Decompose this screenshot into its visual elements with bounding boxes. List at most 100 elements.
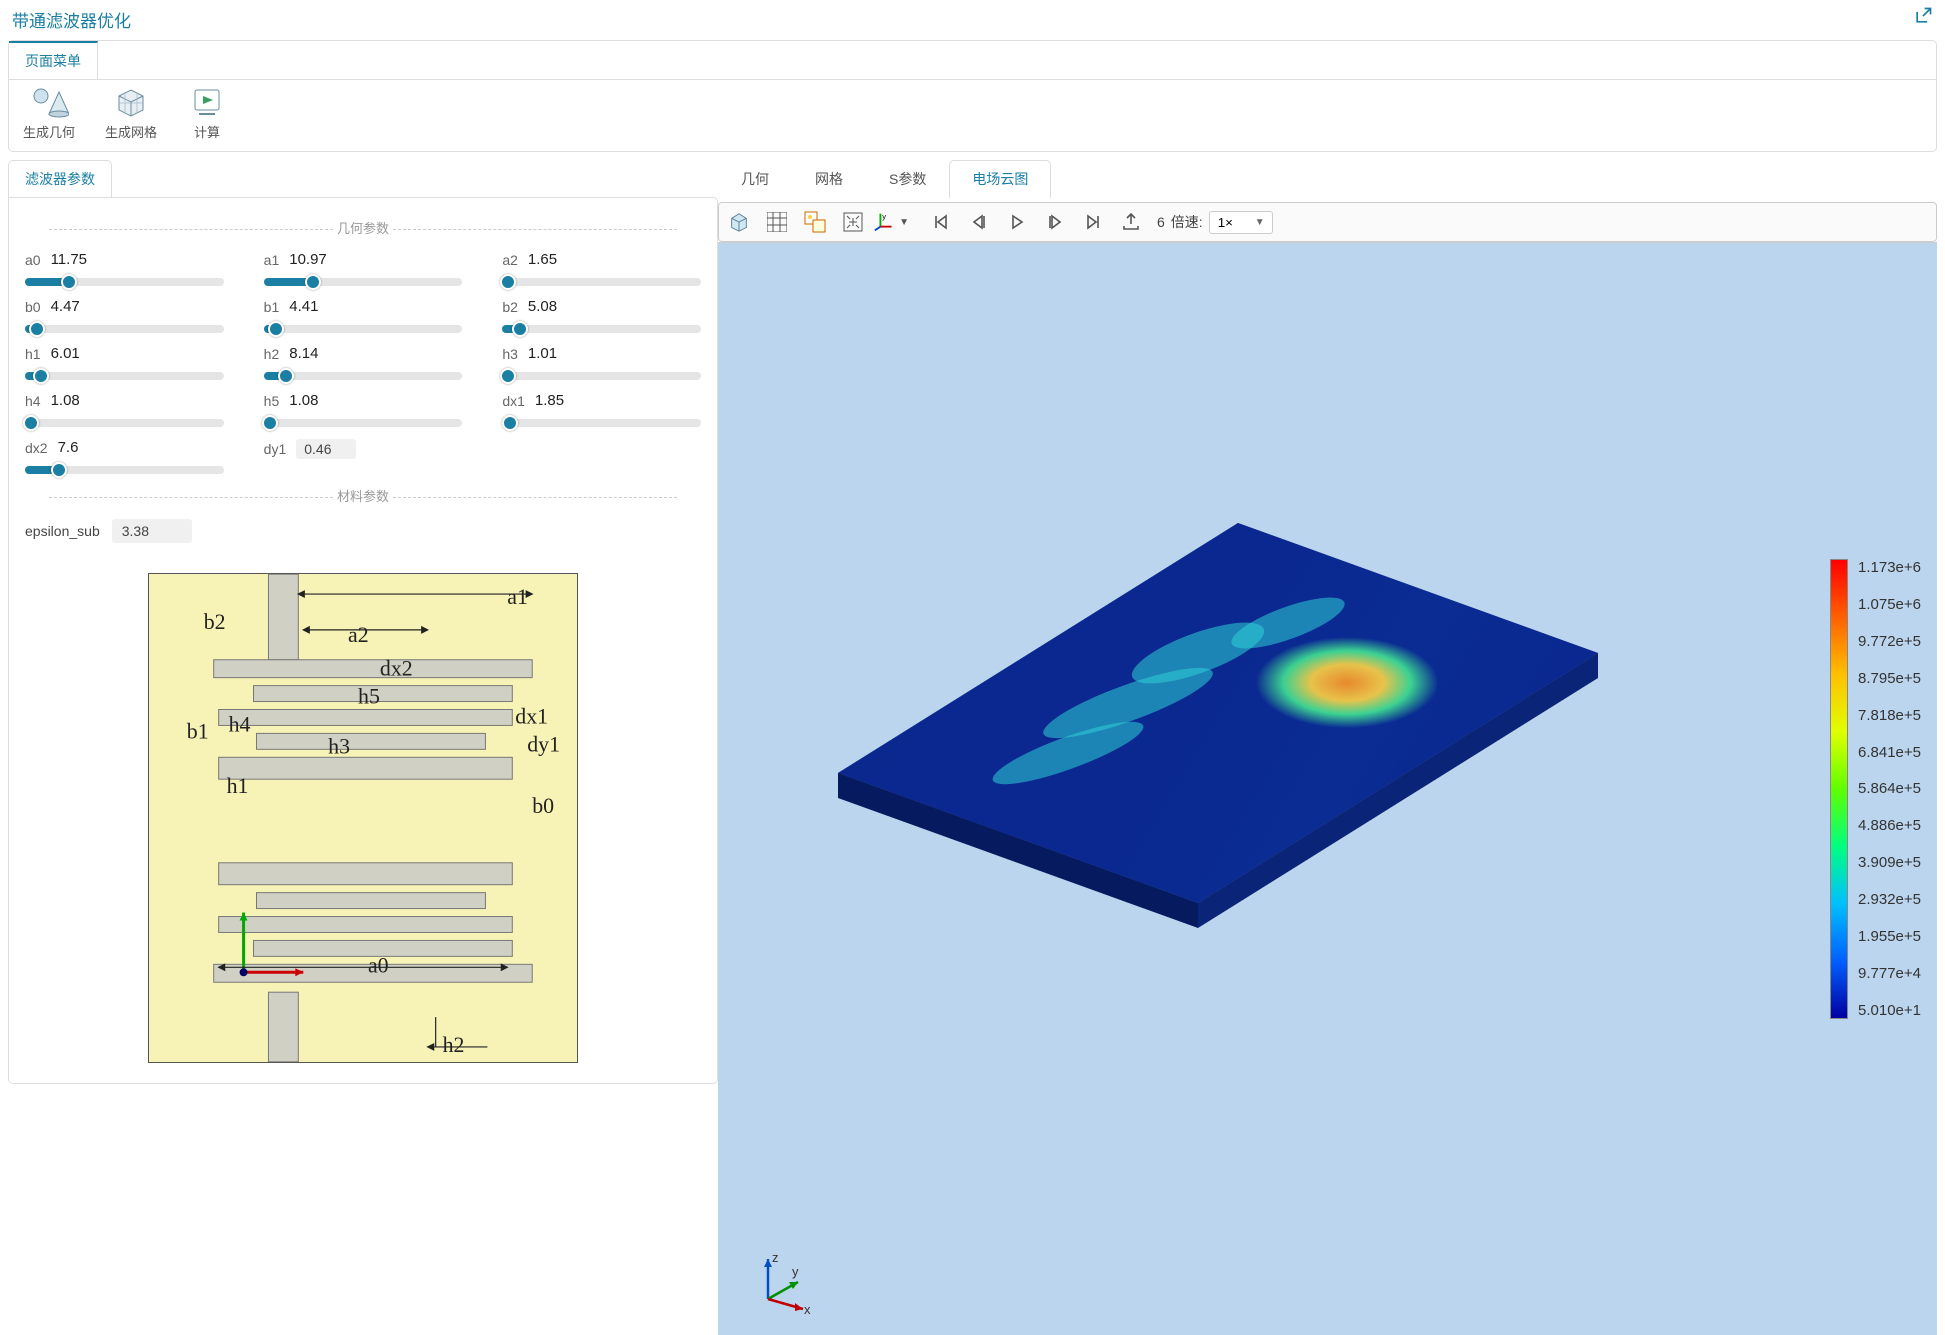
playback-prev-icon[interactable] <box>961 205 997 239</box>
svg-text:h4: h4 <box>229 711 251 736</box>
epsilon-input[interactable]: 3.38 <box>112 519 192 543</box>
param-b1-value: 4.41 <box>289 298 318 315</box>
export-icon[interactable] <box>1113 205 1149 239</box>
fit-view-icon[interactable] <box>835 205 871 239</box>
generate-geometry-label: 生成几何 <box>23 122 75 141</box>
geom-section-label: 几何参数 <box>25 218 701 237</box>
param-h2-value: 8.14 <box>289 345 318 362</box>
tab-sparam[interactable]: S参数 <box>866 160 949 198</box>
axes-triad: z y x <box>748 1244 818 1317</box>
open-external-icon[interactable] <box>1913 6 1933 32</box>
param-h4-slider[interactable] <box>25 419 224 427</box>
svg-text:a2: a2 <box>348 622 369 647</box>
param-h2-label: h2 <box>264 346 280 362</box>
cone-sphere-icon <box>29 86 69 118</box>
param-h5-slider[interactable] <box>264 419 463 427</box>
speed-label: 倍速: <box>1171 212 1203 232</box>
svg-text:b1: b1 <box>187 718 209 743</box>
svg-text:dx1: dx1 <box>515 703 548 728</box>
param-a1-slider[interactable] <box>264 278 463 286</box>
param-dy1-input[interactable]: 0.46 <box>296 439 356 459</box>
param-dx2-label: dx2 <box>25 440 48 456</box>
playback-first-icon[interactable] <box>923 205 959 239</box>
compute-button[interactable]: 计算 <box>177 86 237 141</box>
svg-text:h1: h1 <box>227 773 249 798</box>
param-h5-label: h5 <box>264 393 280 409</box>
param-dx1-slider[interactable] <box>502 419 701 427</box>
param-b1-label: b1 <box>264 299 280 315</box>
param-h3-label: h3 <box>502 346 518 362</box>
param-h3-value: 1.01 <box>528 345 557 362</box>
filter-schematic: a1 b2 a2 dx2 h5 dx1 b1 h4 dy1 h3 h1 b0 <box>25 573 701 1063</box>
param-h5-value: 1.08 <box>289 392 318 409</box>
plot-table-icon[interactable] <box>797 205 833 239</box>
frame-number: 6 <box>1157 214 1165 230</box>
param-a0-slider[interactable] <box>25 278 224 286</box>
legend-tick: 5.010e+1 <box>1858 1002 1921 1019</box>
axes-menu-icon[interactable]: y▼ <box>873 205 909 239</box>
param-a2-value: 1.65 <box>528 251 557 268</box>
viewport-toolbar: y▼ 6 倍速: 1× <box>718 202 1937 242</box>
mat-section-label: 材料参数 <box>25 486 701 505</box>
view-cube-icon[interactable] <box>721 205 757 239</box>
param-a0-label: a0 <box>25 252 41 268</box>
param-dx1-value: 1.85 <box>535 392 564 409</box>
filter-params-tab[interactable]: 滤波器参数 <box>8 160 112 197</box>
svg-text:dy1: dy1 <box>527 731 560 756</box>
compute-icon <box>187 86 227 118</box>
param-b2-value: 5.08 <box>528 298 557 315</box>
efield-viewport[interactable]: z y x 1.173e+61.075e+69.772e+58.795e+57.… <box>718 242 1937 1335</box>
playback-last-icon[interactable] <box>1075 205 1111 239</box>
param-h1-slider[interactable] <box>25 372 224 380</box>
param-b0-label: b0 <box>25 299 41 315</box>
speed-select[interactable]: 1× <box>1209 211 1273 234</box>
efield-slab <box>768 343 1638 1043</box>
svg-text:y: y <box>882 212 886 221</box>
param-a1-label: a1 <box>264 252 280 268</box>
legend-tick: 4.886e+5 <box>1858 817 1921 834</box>
param-dx2-slider[interactable] <box>25 466 224 474</box>
legend-tick: 9.772e+5 <box>1858 633 1921 650</box>
svg-text:z: z <box>772 1250 779 1265</box>
param-b1-slider[interactable] <box>264 325 463 333</box>
param-dy1-label: dy1 <box>264 441 287 457</box>
tab-geom[interactable]: 几何 <box>718 160 792 198</box>
playback-next-icon[interactable] <box>1037 205 1073 239</box>
epsilon-label: epsilon_sub <box>25 523 100 539</box>
playback-play-icon[interactable] <box>999 205 1035 239</box>
svg-text:dx2: dx2 <box>380 656 413 681</box>
grid-icon[interactable] <box>759 205 795 239</box>
legend-tick: 3.909e+5 <box>1858 854 1921 871</box>
param-h2-slider[interactable] <box>264 372 463 380</box>
legend-tick: 7.818e+5 <box>1858 707 1921 724</box>
tab-efield[interactable]: 电场云图 <box>949 160 1051 198</box>
svg-text:a1: a1 <box>507 584 528 609</box>
param-a2-slider[interactable] <box>502 278 701 286</box>
legend-tick: 1.075e+6 <box>1858 596 1921 613</box>
colorbar <box>1830 559 1848 1019</box>
param-b0-slider[interactable] <box>25 325 224 333</box>
svg-text:y: y <box>792 1264 799 1279</box>
param-h4-label: h4 <box>25 393 41 409</box>
param-b2-label: b2 <box>502 299 518 315</box>
param-b2-slider[interactable] <box>502 325 701 333</box>
generate-geometry-button[interactable]: 生成几何 <box>13 86 85 141</box>
svg-text:a0: a0 <box>368 952 389 977</box>
svg-text:h3: h3 <box>328 733 350 758</box>
generate-mesh-button[interactable]: 生成网格 <box>95 86 167 141</box>
mesh-cube-icon <box>111 86 151 118</box>
param-h1-label: h1 <box>25 346 41 362</box>
param-a0-value: 11.75 <box>51 251 87 268</box>
svg-text:h2: h2 <box>443 1032 465 1057</box>
param-h3-slider[interactable] <box>502 372 701 380</box>
param-h4-value: 1.08 <box>51 392 80 409</box>
param-b0-value: 4.47 <box>51 298 80 315</box>
tab-mesh[interactable]: 网格 <box>792 160 866 198</box>
legend-tick: 6.841e+5 <box>1858 744 1921 761</box>
colorbar-legend: 1.173e+61.075e+69.772e+58.795e+57.818e+5… <box>1830 559 1921 1019</box>
legend-tick: 5.864e+5 <box>1858 780 1921 797</box>
page-title: 带通滤波器优化 <box>12 7 131 32</box>
param-dx2-value: 7.6 <box>58 439 79 456</box>
legend-tick: 2.932e+5 <box>1858 891 1921 908</box>
page-menu-tab[interactable]: 页面菜单 <box>9 41 98 79</box>
